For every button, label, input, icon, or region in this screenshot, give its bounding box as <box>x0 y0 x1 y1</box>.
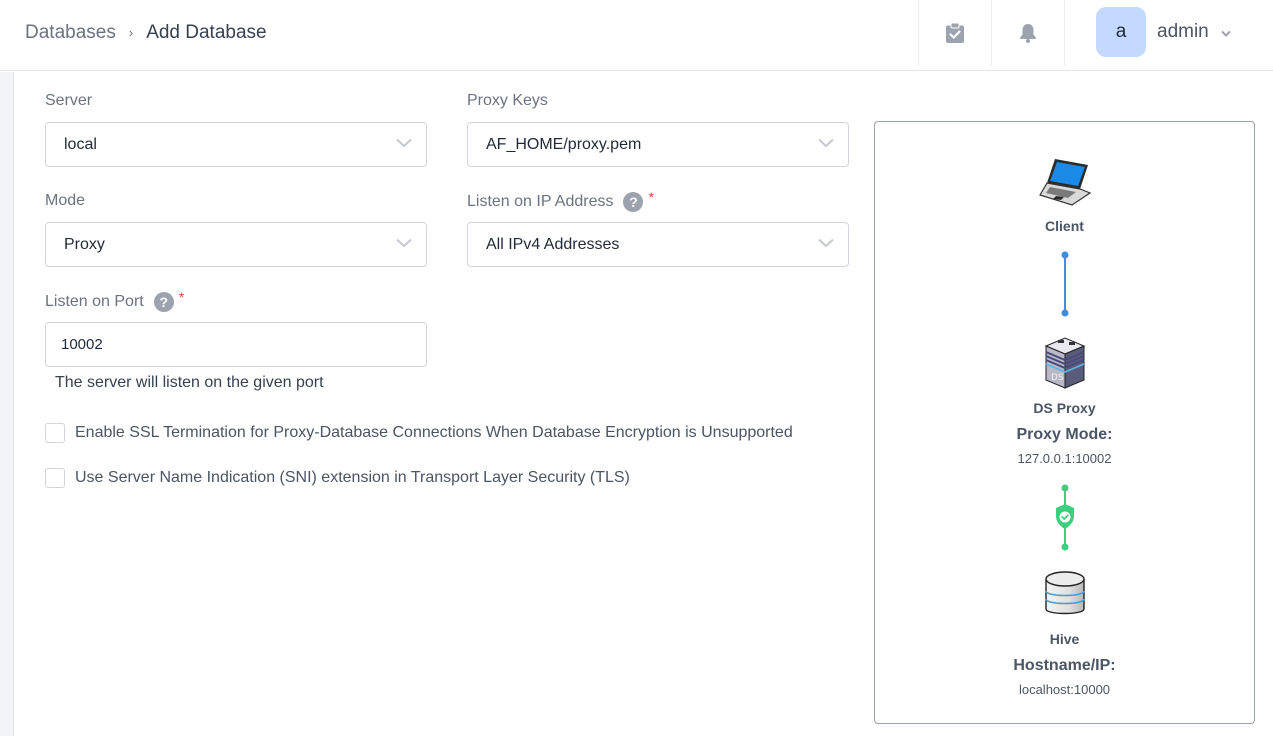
server-select[interactable]: local <box>45 122 427 167</box>
clipboard-check-icon <box>946 23 964 43</box>
listen-port-input[interactable]: 10002 <box>45 322 427 367</box>
user-menu[interactable]: a admin <box>1096 7 1231 57</box>
page-title: Add Database <box>146 22 267 43</box>
link-endpoint <box>1061 251 1068 259</box>
mode-label-text: Mode <box>45 192 86 209</box>
avatar: a <box>1096 7 1146 57</box>
help-icon[interactable]: ? <box>623 192 644 212</box>
top-header: Databases › Add Database a admin <box>0 0 1273 71</box>
proxy-database-secure-link <box>1055 484 1074 551</box>
proxy-keys-select[interactable]: AF_HOME/proxy.pem <box>467 122 849 167</box>
database-address: localhost:10000 <box>1018 682 1111 697</box>
database-node-label: Hive <box>1049 631 1080 647</box>
listen-port-label-text: Listen on Port <box>45 293 144 310</box>
listen-port-hint: The server will listen on the given port <box>55 374 324 391</box>
chevron-down-icon <box>1221 30 1231 37</box>
mode-select[interactable]: Proxy <box>45 222 427 267</box>
sni-label[interactable]: Use Server Name Indication (SNI) extensi… <box>75 469 630 487</box>
left-rail <box>0 72 14 736</box>
proxy-keys-label-text: Proxy Keys <box>467 92 548 109</box>
server-label: Server <box>45 92 92 110</box>
mode-label: Mode <box>45 192 85 210</box>
client-proxy-link <box>1061 251 1068 317</box>
connection-diagram: Client DS DS Proxy Proxy Mode: 127.0.0.1… <box>874 121 1255 724</box>
chevron-down-icon <box>396 138 412 148</box>
help-icon[interactable]: ? <box>153 292 174 312</box>
database-icon <box>1044 571 1085 615</box>
proxy-keys-select-value: AF_HOME/proxy.pem <box>486 135 642 153</box>
breadcrumb-separator: › <box>128 24 134 40</box>
chevron-down-icon <box>396 238 412 248</box>
chevron-down-icon <box>818 238 834 248</box>
chevron-down-icon <box>818 138 834 148</box>
breadcrumb-databases-link[interactable]: Databases <box>25 22 116 44</box>
database-host-label: Hostname/IP: <box>1013 657 1116 674</box>
listen-ip-label: Listen on IP Address ? * <box>467 189 654 212</box>
listen-ip-label-text: Listen on IP Address <box>467 193 614 210</box>
listen-ip-select-value: All IPv4 Addresses <box>486 235 620 253</box>
client-node-label: Client <box>1045 218 1084 234</box>
proxy-keys-label: Proxy Keys <box>467 92 548 110</box>
notifications-button[interactable] <box>991 0 1064 66</box>
required-marker: * <box>178 289 185 305</box>
bell-icon <box>1020 24 1036 43</box>
svg-text:DS: DS <box>1051 373 1064 383</box>
laptop-icon <box>1038 159 1091 206</box>
ssl-termination-checkbox[interactable] <box>45 423 65 443</box>
user-name: admin <box>1157 21 1209 42</box>
tasks-button[interactable] <box>918 0 991 66</box>
listen-port-label: Listen on Port ? * <box>45 289 185 312</box>
ds-proxy-server-icon: DS <box>1044 337 1085 389</box>
breadcrumb: Databases › Add Database <box>25 22 267 44</box>
link-endpoint <box>1061 309 1068 317</box>
link-endpoint <box>1061 484 1068 492</box>
sni-option[interactable]: Use Server Name Indication (SNI) extensi… <box>45 468 630 488</box>
server-select-value: local <box>64 135 97 153</box>
required-marker: * <box>648 189 654 205</box>
proxy-node-label: DS Proxy <box>1033 400 1096 416</box>
proxy-mode-label: Proxy Mode: <box>1016 426 1113 443</box>
sni-checkbox[interactable] <box>45 468 65 488</box>
listen-ip-select[interactable]: All IPv4 Addresses <box>467 222 849 267</box>
ssl-termination-label[interactable]: Enable SSL Termination for Proxy-Databas… <box>75 424 793 442</box>
header-divider <box>1064 0 1065 66</box>
listen-port-input-value: 10002 <box>61 336 103 353</box>
link-endpoint <box>1061 543 1068 551</box>
ssl-termination-option[interactable]: Enable SSL Termination for Proxy-Databas… <box>45 423 793 443</box>
mode-select-value: Proxy <box>64 235 105 253</box>
proxy-address: 127.0.0.1:10002 <box>1017 451 1112 466</box>
server-label-text: Server <box>45 92 93 109</box>
